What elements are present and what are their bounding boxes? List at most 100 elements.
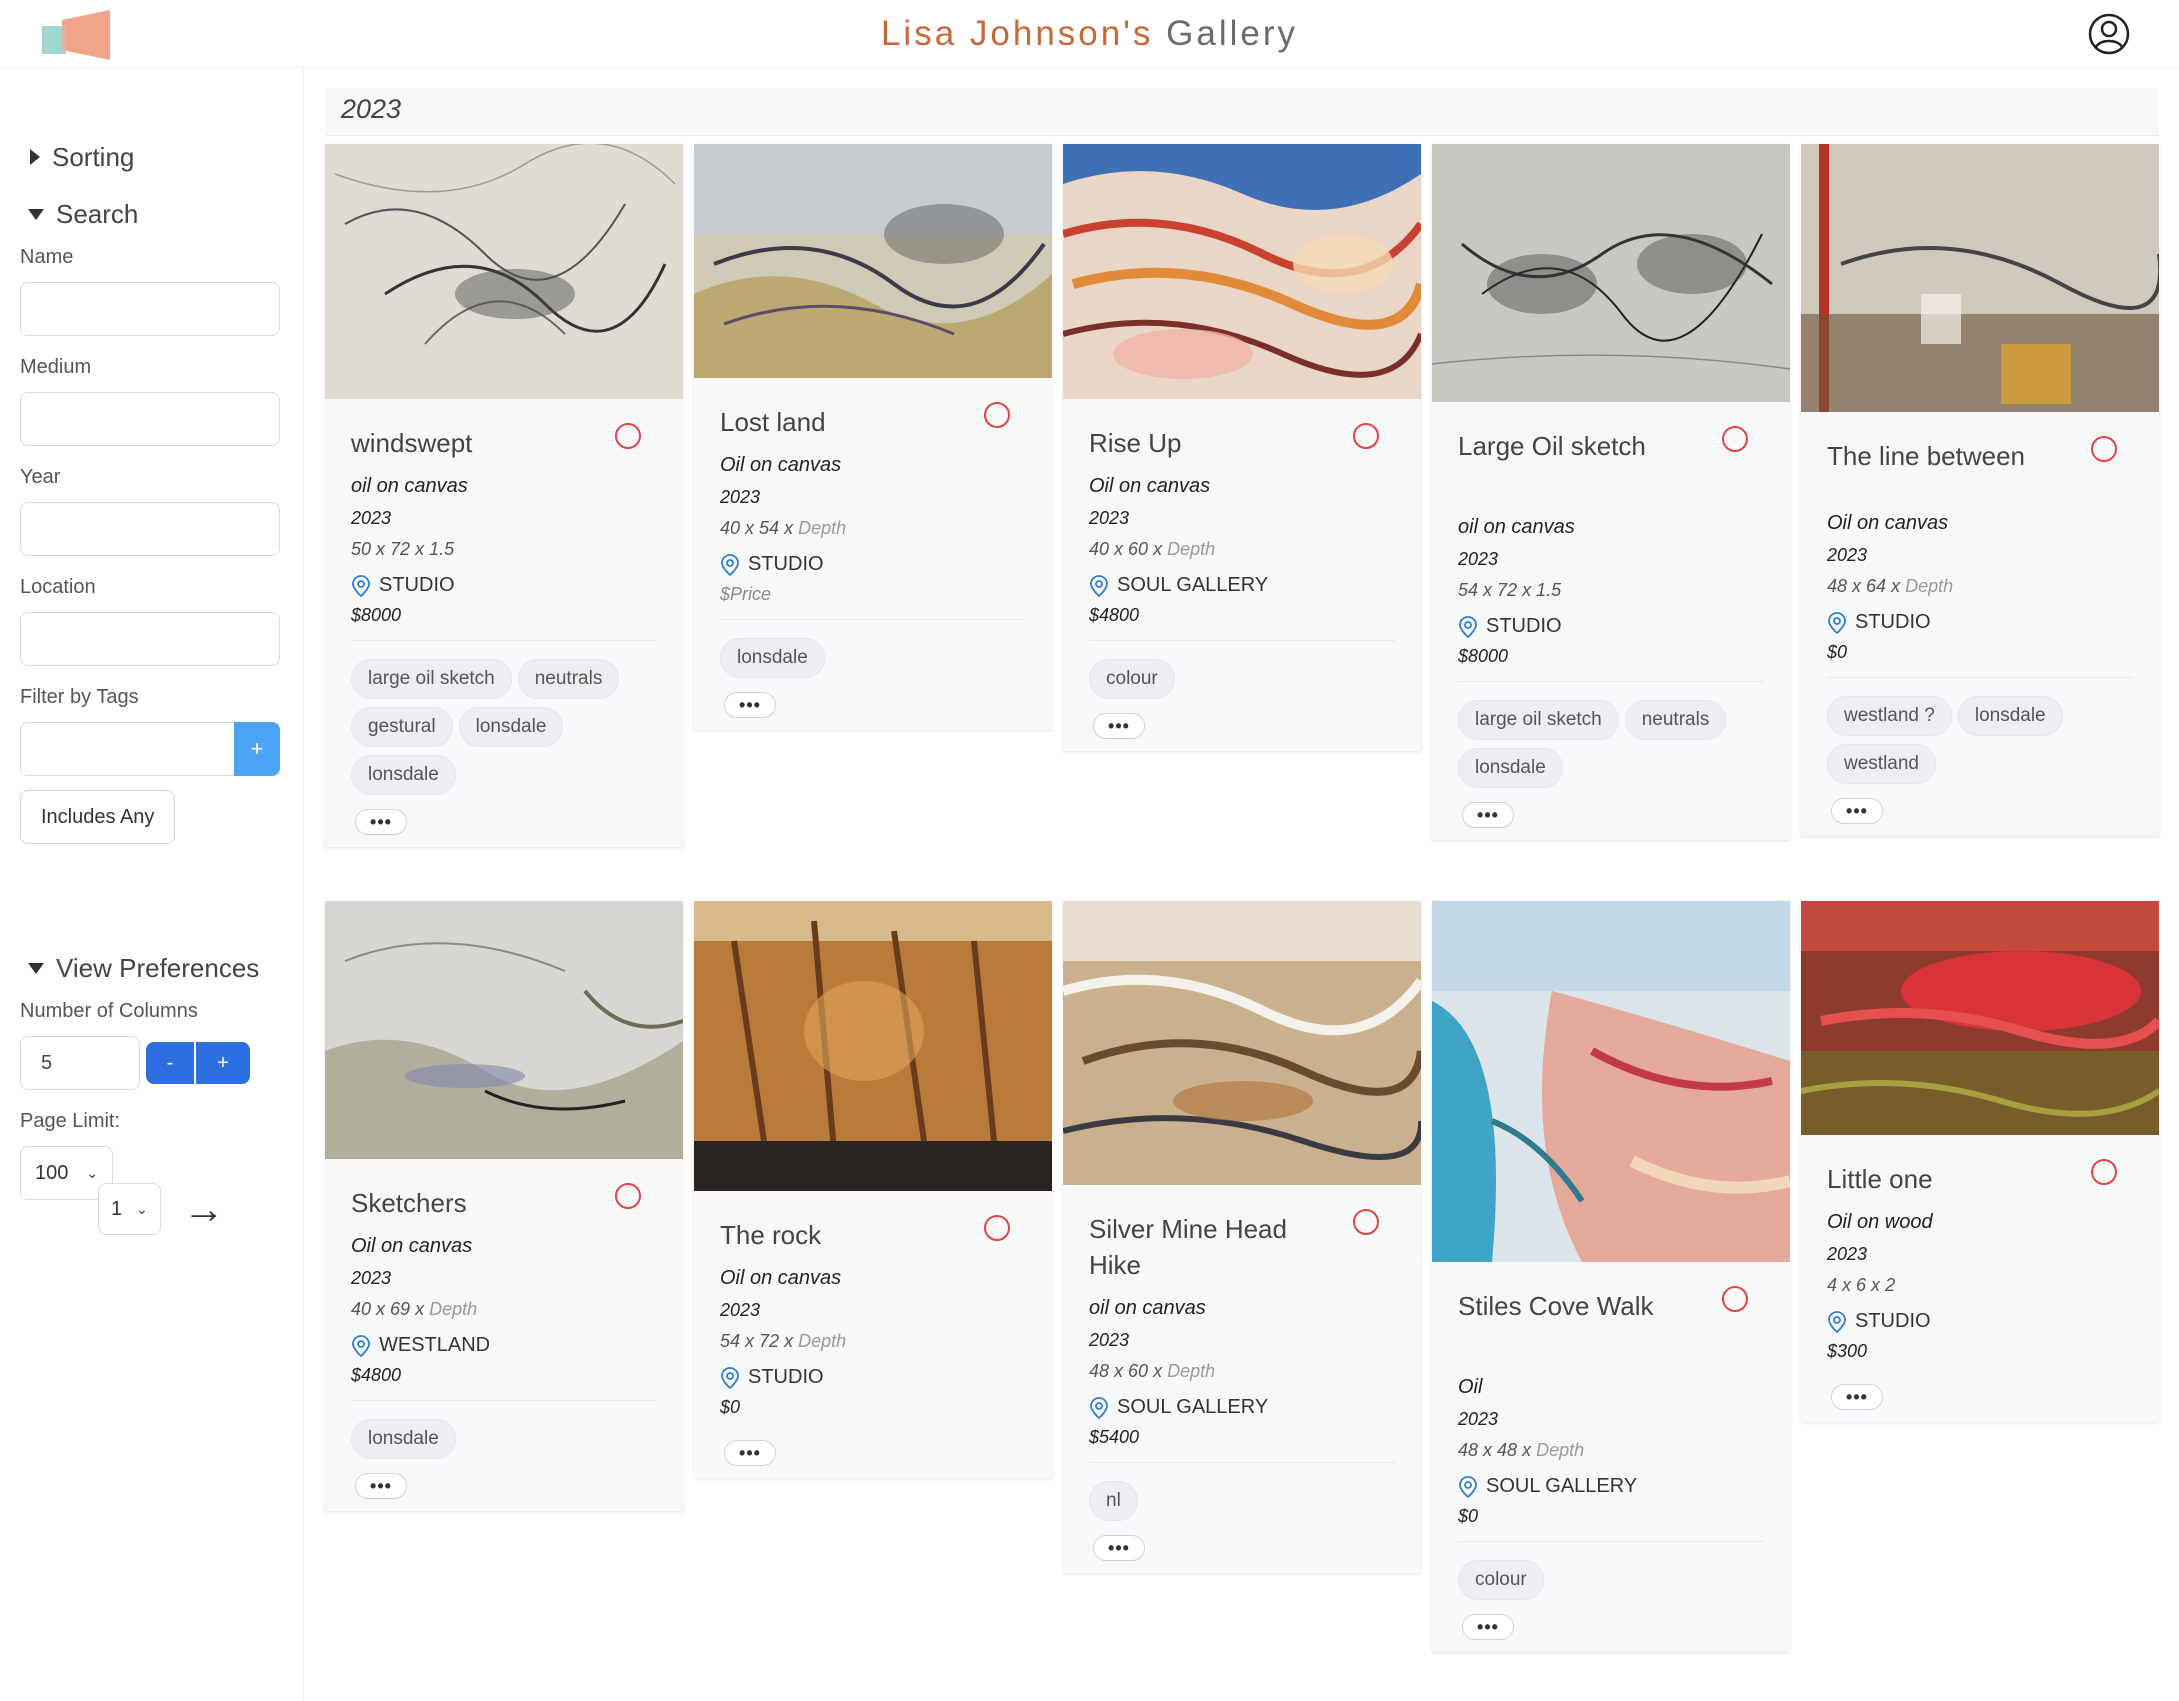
select-radio[interactable] [615, 423, 641, 449]
tag-filter-input[interactable] [20, 722, 234, 776]
artwork-medium: Oil on canvas [1089, 475, 1211, 497]
more-options-button[interactable]: ••• [355, 809, 407, 835]
artwork-card[interactable]: The rock Oil on canvas 2023 54 x 72 x De… [694, 901, 1052, 1478]
artwork-dimensions: 50 x 72 x 1.5 [351, 539, 455, 559]
tag-chip[interactable]: lonsdale [720, 638, 825, 678]
tag-chip[interactable]: neutrals [1624, 700, 1727, 740]
location-input[interactable] [20, 612, 280, 666]
tag-chip[interactable]: lonsdale [351, 1419, 456, 1459]
select-radio[interactable] [1722, 426, 1748, 452]
location-pin-icon [1828, 1310, 1846, 1333]
artwork-dimensions: 48 x 60 x Depth [1089, 1361, 1216, 1381]
tag-chip[interactable]: westland [1827, 744, 1936, 784]
caret-down-icon [28, 208, 44, 220]
tag-chip[interactable]: colour [1458, 1560, 1544, 1600]
artwork-image[interactable] [1432, 144, 1790, 402]
artwork-medium: Oil on wood [1827, 1211, 1933, 1233]
artwork-price: $8000 [1458, 646, 1509, 666]
artwork-card[interactable]: Little one Oil on wood 2023 4 x 6 x 2 ST… [1801, 901, 2159, 1422]
tag-chip[interactable]: westland ? [1827, 696, 1952, 736]
artwork-card[interactable]: Stiles Cove Walk Oil 2023 48 x 48 x Dept… [1432, 901, 1790, 1652]
location-pin-icon [1828, 611, 1846, 634]
tag-chip[interactable]: lonsdale [1458, 748, 1563, 788]
divider [1089, 640, 1395, 641]
artwork-year: 2023 [1089, 1330, 1130, 1350]
select-radio[interactable] [984, 1215, 1010, 1241]
artwork-location: STUDIO [1827, 1310, 2133, 1333]
artwork-image[interactable] [694, 901, 1052, 1191]
site-title[interactable]: Lisa Johnson's Gallery [0, 14, 2179, 54]
view-preferences-label: View Preferences [56, 952, 260, 983]
tag-list: westland ? lonsdale westland [1827, 696, 2133, 784]
more-options-button[interactable]: ••• [1831, 798, 1883, 824]
location-pin-icon [721, 1366, 739, 1389]
artwork-card[interactable]: Large Oil sketch oil on canvas 2023 54 x… [1432, 144, 1790, 840]
select-radio[interactable] [2091, 1159, 2117, 1185]
more-options-button[interactable]: ••• [355, 1473, 407, 1499]
artwork-image[interactable] [694, 144, 1052, 378]
select-radio[interactable] [2091, 436, 2117, 462]
select-radio[interactable] [984, 402, 1010, 428]
includes-any-button[interactable]: Includes Any [20, 790, 176, 844]
medium-input[interactable] [20, 392, 280, 446]
artwork-dimensions: 48 x 64 x Depth [1827, 576, 1954, 596]
artwork-card[interactable]: Sketchers Oil on canvas 2023 40 x 69 x D… [325, 901, 683, 1511]
tag-chip[interactable]: lonsdale [1957, 696, 2063, 736]
artwork-image[interactable] [325, 901, 683, 1159]
artwork-card[interactable]: Silver Mine Head Hike oil on canvas 2023… [1063, 901, 1421, 1573]
artwork-title: Silver Mine Head Hike [1089, 1214, 1287, 1280]
more-options-button[interactable]: ••• [1093, 713, 1145, 739]
page-number-select[interactable]: 1 ⌄ [98, 1183, 161, 1235]
artwork-medium: Oil [1458, 1376, 1483, 1398]
artwork-price: $4800 [351, 1365, 402, 1385]
artwork-dimensions: 40 x 54 x Depth [720, 518, 847, 538]
select-radio[interactable] [1722, 1286, 1748, 1312]
artwork-card[interactable]: The line between Oil on canvas 2023 48 x… [1801, 144, 2159, 836]
tag-chip[interactable]: nl [1089, 1481, 1138, 1521]
user-account-icon[interactable] [2087, 12, 2131, 56]
num-columns-input[interactable]: 5 [20, 1036, 140, 1090]
tag-chip[interactable]: lonsdale [351, 755, 456, 795]
caret-down-icon [28, 962, 44, 974]
more-options-button[interactable]: ••• [1462, 1614, 1514, 1640]
select-radio[interactable] [1353, 423, 1379, 449]
view-preferences-toggle[interactable]: View Preferences [20, 948, 259, 988]
tag-chip[interactable]: neutrals [517, 659, 620, 699]
artwork-image[interactable] [1801, 901, 2159, 1135]
tag-chip[interactable]: colour [1089, 659, 1175, 699]
next-page-arrow-icon[interactable]: → [183, 1188, 225, 1230]
tag-chip[interactable]: large oil sketch [351, 659, 512, 699]
select-radio[interactable] [615, 1183, 641, 1209]
location-pin-icon [352, 574, 370, 597]
artwork-dimensions: 40 x 69 x Depth [351, 1299, 478, 1319]
more-options-button[interactable]: ••• [724, 1440, 776, 1466]
tag-chip[interactable]: large oil sketch [1458, 700, 1619, 740]
tag-chip[interactable]: lonsdale [458, 707, 564, 747]
more-options-button[interactable]: ••• [1831, 1384, 1883, 1410]
artwork-price: $8000 [351, 605, 402, 625]
tag-list: large oil sketch neutrals lonsdale [1458, 700, 1764, 788]
artwork-dimensions: 4 x 6 x 2 [1827, 1275, 1896, 1295]
increase-columns-button[interactable]: + [196, 1042, 250, 1084]
artwork-card[interactable]: Rise Up Oil on canvas 2023 40 x 60 x Dep… [1063, 144, 1421, 751]
select-radio[interactable] [1353, 1209, 1379, 1235]
search-toggle[interactable]: Search [20, 194, 138, 234]
site-title-gallery: Gallery [1166, 14, 1299, 53]
more-options-button[interactable]: ••• [1093, 1535, 1145, 1561]
artwork-image[interactable] [1063, 144, 1421, 399]
artwork-image[interactable] [1063, 901, 1421, 1185]
name-input[interactable] [20, 282, 280, 336]
artwork-image[interactable] [1801, 144, 2159, 412]
decrease-columns-button[interactable]: - [146, 1042, 194, 1084]
more-options-button[interactable]: ••• [724, 692, 776, 718]
year-input[interactable] [20, 502, 280, 556]
more-options-button[interactable]: ••• [1462, 802, 1514, 828]
sorting-toggle[interactable]: Sorting [20, 137, 134, 177]
artwork-image[interactable] [325, 144, 683, 399]
add-tag-button[interactable]: + [234, 722, 280, 776]
artwork-image[interactable] [1432, 901, 1790, 1262]
tag-chip[interactable]: gestural [351, 707, 453, 747]
artwork-card[interactable]: Lost land Oil on canvas 2023 40 x 54 x D… [694, 144, 1052, 730]
artwork-card[interactable]: windswept oil on canvas 2023 50 x 72 x 1… [325, 144, 683, 847]
artwork-location: STUDIO [720, 1366, 1026, 1389]
